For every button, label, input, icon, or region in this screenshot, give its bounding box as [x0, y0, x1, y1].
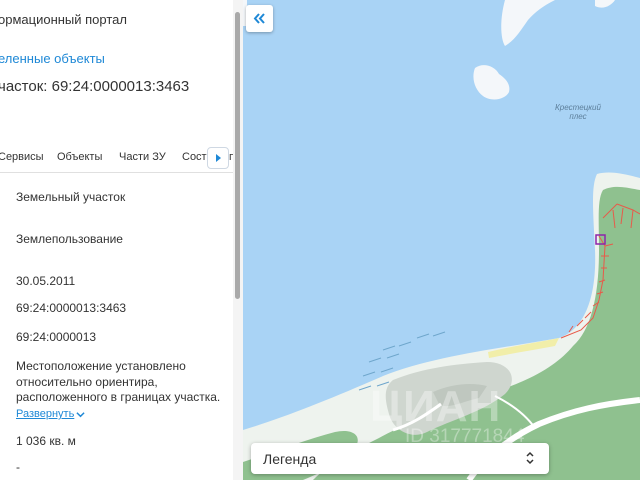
- island-small: [473, 65, 510, 100]
- water-body-label: Крестецкий плес: [555, 103, 601, 121]
- tab-objects[interactable]: Объекты: [57, 151, 102, 163]
- legend-label: Легенда: [263, 451, 317, 467]
- tab-parcel-parts[interactable]: Части ЗУ: [119, 151, 166, 163]
- date-value: 30.05.2011: [16, 274, 76, 288]
- area-value: 1 036 кв. м: [16, 434, 76, 448]
- island-top-right: [501, 0, 555, 46]
- location-value: Местоположение установлено относительно …: [16, 359, 221, 404]
- chevron-down-icon: [76, 412, 85, 418]
- quarter-number-value: 69:24:0000013: [16, 330, 97, 344]
- category-value: Землепользование: [16, 232, 123, 246]
- sort-arrows-icon: [526, 451, 534, 465]
- selected-objects-link[interactable]: еленные объекты: [0, 51, 105, 66]
- collapse-panel-button[interactable]: [246, 5, 273, 32]
- caret-right-icon: [216, 154, 221, 162]
- panel-scroll-thumb[interactable]: [235, 12, 240, 299]
- tab-services[interactable]: Сервисы: [0, 151, 44, 163]
- double-chevron-left-icon: [253, 13, 265, 24]
- parcel-title: часток: 69:24:0000013:3463: [0, 78, 190, 95]
- object-type-value: Земельный участок: [16, 190, 126, 204]
- info-panel: ормационный портал еленные объекты часто…: [0, 0, 243, 480]
- empty-value: -: [16, 460, 20, 474]
- island-top-right-edge: [595, 0, 615, 8]
- tab-bar: Сервисы Объекты Части ЗУ Соста п: [0, 147, 235, 173]
- expand-link[interactable]: Развернуть: [16, 408, 85, 420]
- legend-dropdown[interactable]: Легенда: [251, 443, 549, 474]
- portal-title: ормационный портал: [0, 12, 127, 27]
- cadastral-number-value: 69:24:0000013:3463: [16, 301, 127, 315]
- tab-scroll-button[interactable]: [207, 147, 229, 169]
- watermark-brand: ЦИАН: [370, 382, 502, 431]
- expand-label: Развернуть: [16, 408, 75, 420]
